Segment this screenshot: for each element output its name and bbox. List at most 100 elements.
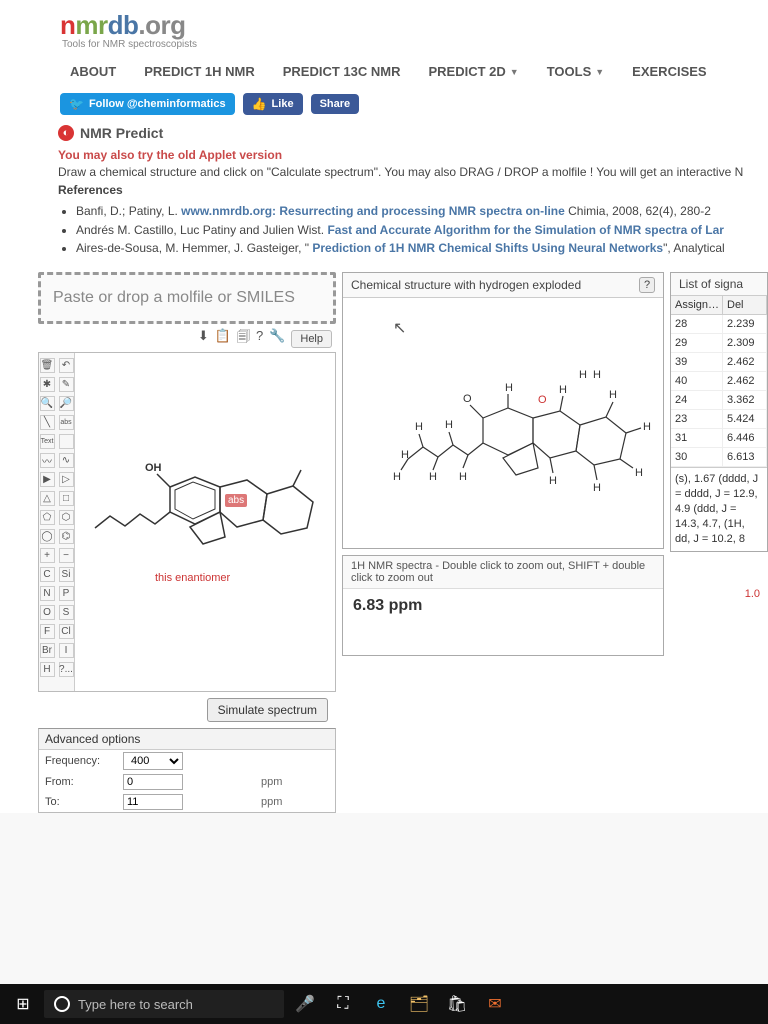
ref-link-2[interactable]: Fast and Accurate Algorithm for the Simu…: [327, 223, 724, 237]
svg-text:H: H: [459, 471, 467, 483]
windows-taskbar: ⊞ Type here to search 🎤 ⛶ e 🗂 🛍 ✉: [0, 984, 768, 1024]
spectra-hint: 1H NMR spectra - Double click to zoom ou…: [343, 556, 663, 589]
taskbar-search[interactable]: Type here to search: [44, 990, 284, 1018]
atom-more[interactable]: ?...: [59, 662, 74, 677]
frequency-label: Frequency:: [45, 755, 115, 767]
nav-tools[interactable]: TOOLS▼: [547, 64, 604, 79]
atom-f[interactable]: F: [40, 624, 55, 639]
fb-share-button[interactable]: Share: [311, 94, 360, 114]
download-icon[interactable]: ⬇: [198, 328, 209, 350]
table-row[interactable]: 282.239: [671, 315, 767, 334]
wrench-icon[interactable]: 🔧: [269, 328, 285, 350]
abs-tool[interactable]: abs: [59, 415, 74, 430]
atom-br[interactable]: Br: [40, 643, 55, 658]
atom-si[interactable]: Si: [59, 567, 74, 582]
copy-icon[interactable]: 🗐: [237, 328, 250, 350]
atom-i[interactable]: I: [59, 643, 74, 658]
table-row[interactable]: 243.362: [671, 391, 767, 410]
cortana-icon: [54, 996, 70, 1012]
atom-n[interactable]: N: [40, 586, 55, 601]
simulate-button[interactable]: Simulate spectrum: [207, 698, 328, 722]
undo-icon[interactable]: ↶: [59, 358, 74, 373]
zoom-out-icon[interactable]: 🔎: [59, 396, 74, 411]
svg-text:H: H: [429, 471, 437, 483]
editor-canvas[interactable]: OH abs this enantiomer: [75, 353, 335, 691]
bond-tool[interactable]: ╲: [40, 415, 55, 430]
minus-icon[interactable]: −: [59, 548, 74, 563]
atom-cl[interactable]: Cl: [59, 624, 74, 639]
frequency-select[interactable]: 400: [123, 752, 183, 770]
plus-icon[interactable]: +: [40, 548, 55, 563]
edge-icon[interactable]: e: [364, 987, 398, 1021]
svg-text:H: H: [593, 482, 601, 494]
atom-h[interactable]: H: [40, 662, 55, 677]
clipboard-icon[interactable]: 📋: [215, 328, 231, 350]
svg-text:H: H: [445, 419, 453, 431]
table-row[interactable]: 392.462: [671, 353, 767, 372]
triangle-tool[interactable]: ▷: [59, 472, 74, 487]
svg-text:H: H: [401, 449, 409, 461]
table-row[interactable]: 292.309: [671, 334, 767, 353]
molfile-dropzone[interactable]: Paste or drop a molfile or SMILES: [38, 272, 336, 324]
hexagon-icon[interactable]: ⬡: [59, 510, 74, 525]
nav-predict-1h[interactable]: PREDICT 1H NMR: [144, 64, 255, 79]
text-tool[interactable]: Text: [40, 434, 55, 449]
svg-text:H: H: [415, 421, 423, 433]
start-button[interactable]: ⊞: [6, 987, 40, 1021]
triangle-up-tool[interactable]: ▶: [40, 472, 55, 487]
advanced-title[interactable]: Advanced options: [39, 729, 335, 750]
twitter-follow-button[interactable]: 🐦Follow @cheminformatics: [60, 93, 235, 115]
fb-like-button[interactable]: 👍Like: [243, 93, 303, 115]
nav-predict-13c[interactable]: PREDICT 13C NMR: [283, 64, 401, 79]
svg-text:H: H: [393, 471, 401, 483]
pencil-icon[interactable]: ✎: [59, 377, 74, 392]
section-bullet-icon: ◐: [58, 125, 74, 141]
references-list: Banfi, D.; Patiny, L. www.nmrdb.org: Res…: [0, 201, 768, 264]
mic-icon[interactable]: 🎤: [288, 987, 322, 1021]
help-button[interactable]: Help: [291, 330, 332, 348]
svg-text:O: O: [538, 394, 547, 406]
nav-about[interactable]: ABOUT: [70, 64, 116, 79]
signals-table-body: 282.239292.309392.462402.462243.362235.4…: [671, 315, 767, 467]
site-logo[interactable]: nmrdb.org: [60, 10, 197, 41]
to-input[interactable]: [123, 794, 183, 810]
nav-exercises[interactable]: EXERCISES: [632, 64, 706, 79]
snowflake-icon[interactable]: ✱: [40, 377, 55, 392]
help-icon[interactable]: ?: [256, 328, 263, 350]
trash-icon[interactable]: 🗑: [40, 358, 55, 373]
help-icon[interactable]: ?: [639, 277, 655, 293]
mail-icon[interactable]: ✉: [478, 987, 512, 1021]
heptagon-icon[interactable]: ◯: [40, 529, 55, 544]
wave-tool[interactable]: ∿: [59, 453, 74, 468]
atom-o[interactable]: O: [40, 605, 55, 620]
benzene-icon[interactable]: ⌬: [59, 529, 74, 544]
svg-text:O: O: [463, 393, 472, 405]
structure-editor[interactable]: 🗑 ↶ ✱ ✎ 🔍 🔎 ╲ abs Text 〰 ∿ ▶ ▷ △ □ ⬠ ⬡ ◯ ⌬ +− C Si…: [38, 352, 336, 692]
col-assign[interactable]: Assign…: [671, 296, 723, 314]
table-row[interactable]: 316.446: [671, 429, 767, 448]
col-delta[interactable]: Del: [723, 296, 767, 314]
atom-p[interactable]: P: [59, 586, 74, 601]
square-icon[interactable]: □: [59, 491, 74, 506]
from-input[interactable]: [123, 774, 183, 790]
ref-link-1[interactable]: www.nmrdb.org: Resurrecting and processi…: [181, 204, 565, 218]
chain-tool[interactable]: 〰: [40, 453, 55, 468]
zoom-in-icon[interactable]: 🔍: [40, 396, 55, 411]
up-triangle-icon[interactable]: △: [40, 491, 55, 506]
atom-s[interactable]: S: [59, 605, 74, 620]
svg-text:H: H: [609, 389, 617, 401]
table-row[interactable]: 402.462: [671, 372, 767, 391]
old-applet-link[interactable]: You may also try the old Applet version: [58, 148, 282, 162]
nav-predict-2d[interactable]: PREDICT 2D▼: [428, 64, 518, 79]
explorer-icon[interactable]: 🗂: [402, 987, 436, 1021]
store-icon[interactable]: 🛍: [440, 987, 474, 1021]
task-view-icon[interactable]: ⛶: [326, 987, 360, 1021]
exploded-structure-view[interactable]: O H H H H H H H HH HH HH O HH: [343, 298, 663, 548]
ref-link-3[interactable]: Prediction of 1H NMR Chemical Shifts Usi…: [312, 241, 663, 255]
pentagon-icon[interactable]: ⬠: [40, 510, 55, 525]
table-row[interactable]: 306.613: [671, 448, 767, 467]
svg-text:H: H: [505, 382, 513, 394]
atom-c[interactable]: C: [40, 567, 55, 582]
instructions-text: Draw a chemical structure and click on "…: [58, 165, 743, 179]
table-row[interactable]: 235.424: [671, 410, 767, 429]
